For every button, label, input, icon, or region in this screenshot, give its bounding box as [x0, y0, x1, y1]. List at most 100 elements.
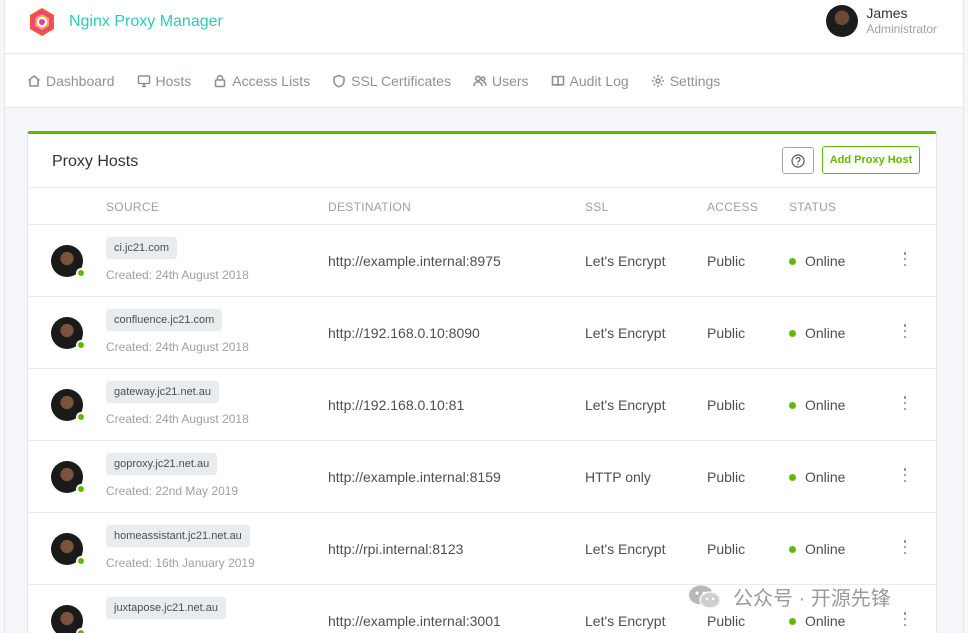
owner-avatar [51, 317, 86, 350]
access-type: Public [707, 325, 746, 341]
access-type: Public [707, 253, 746, 269]
nav-settings[interactable]: Settings [651, 73, 721, 89]
row-menu-icon[interactable] [902, 324, 908, 338]
status-text: Online [805, 397, 846, 413]
gear-icon [651, 75, 664, 87]
user-avatar[interactable] [826, 5, 859, 37]
nav-users[interactable]: Users [473, 73, 529, 89]
book-icon [551, 75, 564, 87]
access-type: Public [707, 469, 746, 485]
online-indicator [76, 268, 86, 278]
user-role: Administrator [866, 22, 937, 36]
brand[interactable]: Nginx Proxy Manager [27, 7, 223, 37]
nav-access-lists[interactable]: Access Lists [213, 73, 310, 89]
column-header-ssl[interactable]: SSL [585, 200, 609, 214]
column-header-access[interactable]: ACCESS [707, 200, 758, 214]
owner-avatar [51, 605, 86, 633]
nav-label: Hosts [155, 73, 192, 89]
status-dot-icon [789, 473, 796, 481]
status-text: Online [805, 325, 846, 341]
app-frame: Nginx Proxy Manager James Administrator … [4, 0, 964, 633]
watermark: 公众号 · 开源先锋 [687, 582, 891, 611]
destination: http://example.internal:8159 [328, 469, 501, 485]
ssl-type: Let's Encrypt [585, 613, 666, 629]
online-indicator [76, 412, 86, 422]
nav-ssl-certificates[interactable]: SSL Certificates [332, 73, 451, 89]
home-icon [27, 74, 41, 87]
created-date: Created: 24th August 2018 [106, 412, 249, 426]
destination: http://example.internal:3001 [328, 613, 501, 629]
created-date: Created: 24th August 2018 [106, 268, 249, 282]
column-header-destination[interactable]: DESTINATION [328, 200, 411, 214]
nav-label: Access Lists [232, 73, 311, 89]
card-title: Proxy Hosts [52, 153, 139, 170]
main-nav: Dashboard Hosts Access Lists SSL Certifi… [5, 55, 963, 108]
online-indicator [76, 484, 86, 494]
access-type: Public [707, 541, 746, 557]
top-header: Nginx Proxy Manager James Administrator [5, 0, 963, 54]
table-row[interactable]: gateway.jc21.net.au Created: 24th August… [28, 369, 936, 441]
status: Online [789, 469, 845, 485]
created-date: Created: 24th August 2018 [106, 340, 249, 354]
row-menu-icon[interactable] [902, 612, 908, 626]
user-name: James [866, 5, 908, 21]
nav-audit-log[interactable]: Audit Log [551, 73, 629, 89]
status: Online [789, 397, 845, 413]
nav-hosts[interactable]: Hosts [137, 73, 192, 89]
table-row[interactable]: goproxy.jc21.net.au Created: 22nd May 20… [28, 441, 936, 513]
online-indicator [76, 340, 86, 350]
app-title: Nginx Proxy Manager [69, 13, 223, 30]
row-menu-icon[interactable] [902, 540, 908, 554]
table-row[interactable]: confluence.jc21.com Created: 24th August… [28, 297, 936, 369]
nav-label: Users [491, 73, 529, 89]
user-menu[interactable]: James Administrator [826, 5, 937, 37]
nav-label: Audit Log [569, 73, 629, 89]
domain-badge[interactable]: ci.jc21.com [106, 237, 178, 259]
online-indicator [76, 556, 86, 566]
status: Online [789, 613, 845, 629]
access-type: Public [707, 613, 746, 629]
owner-avatar [51, 389, 86, 422]
help-button[interactable] [782, 147, 814, 174]
watermark-text: 公众号 · 开源先锋 [733, 588, 891, 610]
ssl-type: Let's Encrypt [585, 541, 666, 557]
column-header-status[interactable]: STATUS [789, 200, 836, 214]
access-type: Public [707, 397, 746, 413]
owner-avatar [51, 461, 86, 494]
row-menu-icon[interactable] [902, 468, 908, 482]
status: Online [789, 541, 845, 557]
status-dot-icon [789, 617, 796, 625]
owner-avatar [51, 245, 86, 278]
add-proxy-host-button[interactable]: Add Proxy Host [822, 146, 920, 174]
status-text: Online [805, 253, 846, 269]
destination: http://192.168.0.10:8090 [328, 325, 480, 341]
ssl-type: Let's Encrypt [585, 325, 666, 341]
table-row[interactable]: ci.jc21.com Created: 24th August 2018 ht… [28, 225, 936, 297]
domain-badge[interactable]: juxtapose.jc21.net.au [106, 597, 226, 619]
ssl-type: Let's Encrypt [585, 253, 666, 269]
status: Online [789, 253, 845, 269]
ssl-type: HTTP only [585, 469, 651, 485]
domain-badge[interactable]: gateway.jc21.net.au [106, 381, 220, 403]
domain-badge[interactable]: homeassistant.jc21.net.au [106, 525, 250, 547]
status: Online [789, 325, 845, 341]
nav-label: Settings [669, 73, 721, 89]
owner-avatar [51, 533, 86, 566]
created-date: Created: 22nd May 2019 [106, 484, 239, 498]
nav-dashboard[interactable]: Dashboard [27, 73, 115, 89]
row-menu-icon[interactable] [902, 252, 908, 266]
row-menu-icon[interactable] [902, 396, 908, 410]
ssl-type: Let's Encrypt [585, 397, 666, 413]
status-dot-icon [789, 329, 796, 337]
monitor-icon [137, 75, 150, 88]
destination: http://192.168.0.10:81 [328, 397, 465, 413]
domain-badge[interactable]: goproxy.jc21.net.au [106, 453, 218, 475]
online-indicator [76, 628, 86, 633]
wechat-icon [689, 585, 721, 609]
column-header-source[interactable]: SOURCE [106, 200, 159, 214]
users-icon [473, 75, 487, 87]
table-row[interactable]: homeassistant.jc21.net.au Created: 16th … [28, 513, 936, 585]
status-text: Online [805, 469, 846, 485]
domain-badge[interactable]: confluence.jc21.com [106, 309, 223, 331]
status-text: Online [805, 613, 846, 629]
